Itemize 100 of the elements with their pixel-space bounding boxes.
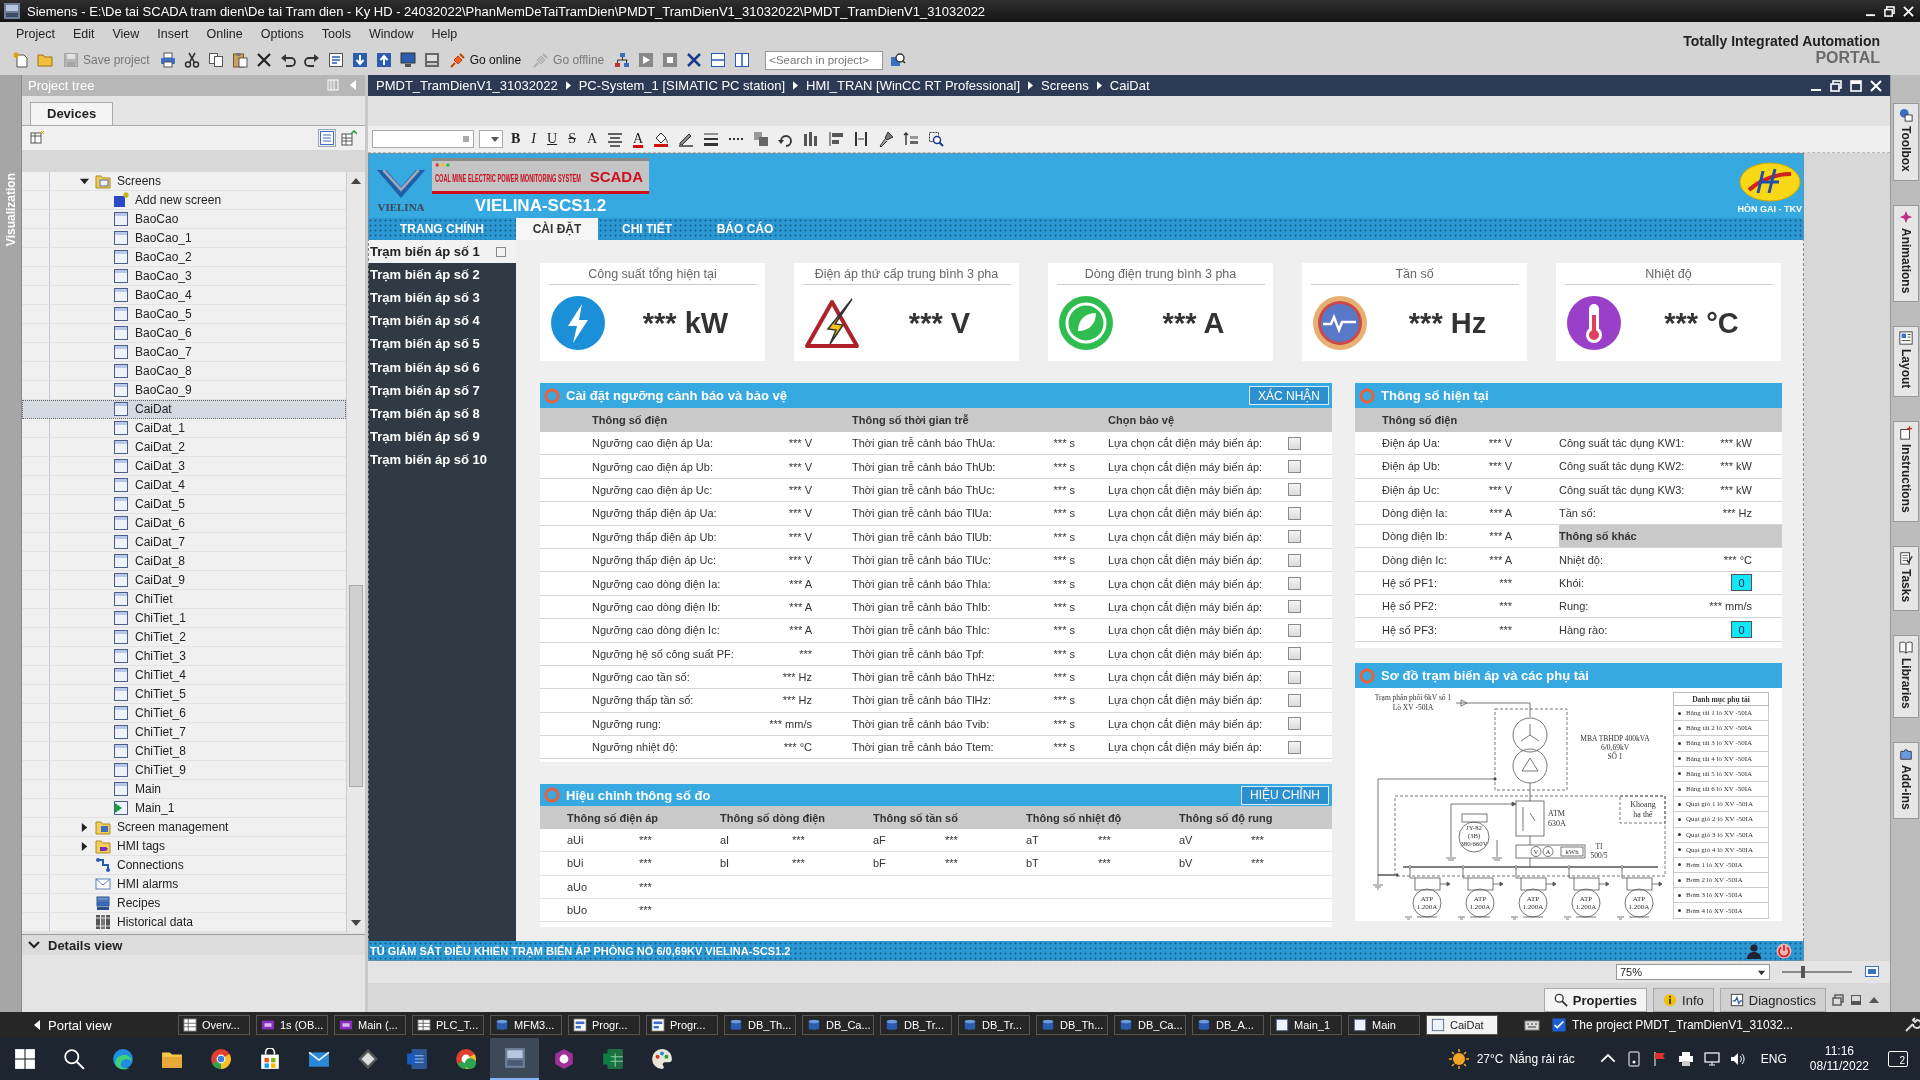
- editor-tab[interactable]: DB_Tr...: [880, 1015, 952, 1035]
- brush-icon[interactable]: [878, 131, 895, 147]
- list-view-icon[interactable]: [319, 129, 335, 146]
- editor-tab[interactable]: DB_Ca...: [802, 1015, 874, 1035]
- user-icon[interactable]: [1746, 943, 1762, 959]
- fit-screen-icon[interactable]: [1864, 964, 1880, 980]
- checkbox[interactable]: [1288, 436, 1301, 450]
- checkbox[interactable]: [1288, 623, 1301, 637]
- segmented-circle-icon[interactable]: [209, 1048, 232, 1070]
- tree-item[interactable]: HMI tags: [22, 837, 346, 857]
- parameter-value[interactable]: ***: [1098, 834, 1179, 847]
- tree-item[interactable]: CaiDat_3: [22, 457, 346, 477]
- windows-logo-icon[interactable]: [13, 1048, 36, 1070]
- hexagon-icon[interactable]: [552, 1048, 575, 1070]
- restore-icon[interactable]: [1830, 79, 1842, 92]
- checkbox[interactable]: [1288, 530, 1301, 544]
- parameter-value[interactable]: ***: [1251, 834, 1332, 847]
- tree-item[interactable]: ChiTiet_4: [22, 666, 346, 686]
- checkbox[interactable]: [1288, 740, 1301, 754]
- details-view-toggle[interactable]: Details view: [22, 934, 365, 956]
- tree-item[interactable]: Screen management: [22, 818, 346, 838]
- shopping-bag-icon[interactable]: [258, 1048, 281, 1070]
- clipboard-icon[interactable]: [231, 52, 248, 68]
- tree-item[interactable]: ChiTiet: [22, 590, 346, 610]
- parameter-value[interactable]: *** A: [752, 624, 812, 637]
- underline-button[interactable]: U: [544, 131, 561, 147]
- italic-button[interactable]: I: [528, 131, 539, 147]
- layers-icon[interactable]: [903, 131, 920, 147]
- printer-icon[interactable]: [159, 52, 176, 68]
- parameter-value[interactable]: ***: [792, 857, 873, 870]
- menu-item[interactable]: Tools: [313, 25, 359, 43]
- monitor-icon[interactable]: [1703, 1051, 1720, 1067]
- active-app-tile[interactable]: [490, 1038, 539, 1080]
- device-icon[interactable]: [423, 52, 440, 68]
- editor-tab[interactable]: Main_1: [1270, 1015, 1342, 1035]
- tree-item[interactable]: CaiDat_2: [22, 438, 346, 458]
- caret-right-icon[interactable]: [80, 841, 89, 851]
- editor-tab[interactable]: MFM3...: [490, 1015, 562, 1035]
- delay-value[interactable]: *** s: [1037, 717, 1075, 730]
- checkbox[interactable]: [1288, 717, 1301, 731]
- wave-circle-icon[interactable]: [111, 1048, 134, 1070]
- station-item[interactable]: Trạm biến áp số 9: [368, 424, 516, 448]
- tree-item[interactable]: Main_1: [22, 799, 346, 819]
- split-vertical-icon[interactable]: [734, 52, 751, 68]
- line-width-icon[interactable]: [703, 131, 720, 147]
- tree-item[interactable]: Screens: [22, 172, 346, 192]
- editor-tab[interactable]: CaiDat: [1426, 1015, 1498, 1035]
- caret-down-icon[interactable]: [491, 135, 499, 143]
- wrench-icon[interactable]: [1904, 1017, 1920, 1033]
- inspector-tab[interactable]: Info: [1653, 988, 1714, 1012]
- delay-value[interactable]: *** s: [1037, 437, 1075, 450]
- tree-item[interactable]: BaoCao_6: [22, 324, 346, 344]
- tree-item[interactable]: CaiDat_6: [22, 514, 346, 534]
- speaker-icon[interactable]: [1729, 1051, 1746, 1067]
- flag-icon[interactable]: [1651, 1051, 1668, 1067]
- checkbox[interactable]: [1288, 694, 1301, 707]
- text-color-button[interactable]: A: [630, 131, 647, 147]
- pen-icon[interactable]: [678, 131, 695, 147]
- tree-item[interactable]: CaiDat_8: [22, 552, 346, 572]
- editor-tab[interactable]: DB_Ca...: [1114, 1015, 1186, 1035]
- tree-item[interactable]: ChiTiet_8: [22, 742, 346, 762]
- tree-item[interactable]: CaiDat: [22, 400, 346, 420]
- editor-tab[interactable]: Main: [1348, 1015, 1420, 1035]
- printer-icon[interactable]: [1677, 1051, 1694, 1067]
- station-item[interactable]: Trạm biến áp số 4: [368, 309, 516, 333]
- monitor-icon[interactable]: [399, 52, 416, 68]
- play-icon[interactable]: [638, 52, 655, 68]
- font-name-field[interactable]: [372, 130, 474, 148]
- zoom-slider-thumb[interactable]: [1801, 966, 1805, 978]
- download-icon[interactable]: [351, 52, 368, 68]
- delay-value[interactable]: *** s: [1037, 694, 1075, 707]
- status-message[interactable]: The project PMDT_TramDienV1_31032...: [1552, 1018, 1793, 1032]
- menu-item[interactable]: Options: [252, 25, 312, 43]
- checkbox[interactable]: [1288, 600, 1301, 614]
- parameter-value[interactable]: *** V: [752, 530, 812, 543]
- tree-item[interactable]: CaiDat_5: [22, 495, 346, 515]
- tree-item[interactable]: Connections: [22, 856, 346, 876]
- parameter-value[interactable]: ***: [639, 857, 720, 870]
- tree-item[interactable]: ChiTiet_7: [22, 723, 346, 743]
- editor-tab[interactable]: DB_A...: [1192, 1015, 1264, 1035]
- editor-tab[interactable]: Main (...: [334, 1015, 406, 1035]
- tree-item[interactable]: BaoCao_1: [22, 229, 346, 249]
- delay-value[interactable]: *** s: [1037, 741, 1075, 754]
- tree-item[interactable]: Main: [22, 780, 346, 800]
- station-item[interactable]: Trạm biến áp số 1: [368, 240, 516, 264]
- language-indicator[interactable]: ENG: [1760, 1052, 1787, 1066]
- station-item[interactable]: Trạm biến áp số 5: [368, 332, 516, 356]
- editor-tab[interactable]: 1s (OB...: [256, 1015, 328, 1035]
- tree-item[interactable]: CaiDat_1: [22, 419, 346, 439]
- tree-item[interactable]: CaiDat_7: [22, 533, 346, 553]
- breadcrumb-item[interactable]: Screens: [1041, 78, 1089, 93]
- scrollbar-thumb[interactable]: [349, 585, 363, 788]
- search-icon[interactable]: [62, 1048, 85, 1070]
- delay-value[interactable]: *** s: [1037, 460, 1075, 473]
- checkbox[interactable]: [1288, 647, 1301, 661]
- tree-item[interactable]: BaoCao: [22, 210, 346, 230]
- cross-icon[interactable]: [255, 52, 272, 68]
- inspector-tab[interactable]: Properties: [1543, 988, 1648, 1012]
- menu-item[interactable]: Online: [198, 25, 251, 43]
- parameter-value[interactable]: ***: [1251, 857, 1332, 870]
